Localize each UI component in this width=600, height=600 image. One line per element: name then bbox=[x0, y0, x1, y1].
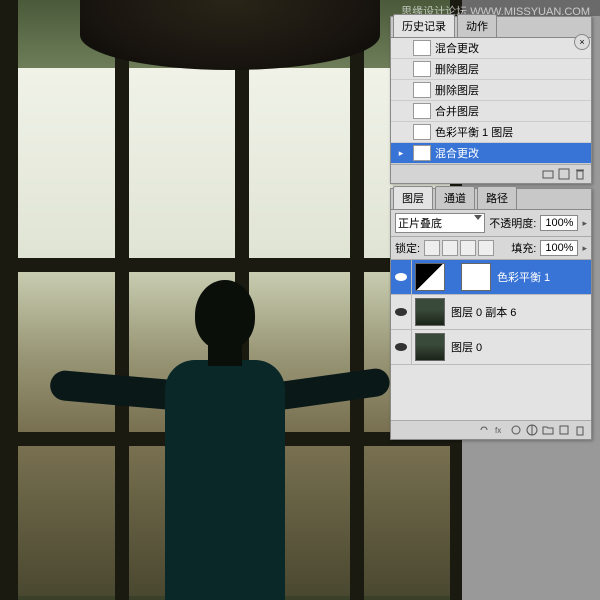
document-icon bbox=[413, 124, 431, 140]
visibility-toggle[interactable] bbox=[391, 330, 412, 364]
opacity-input[interactable]: 100% bbox=[540, 215, 578, 231]
snapshot-icon[interactable] bbox=[541, 167, 555, 181]
trash-icon[interactable] bbox=[573, 167, 587, 181]
blend-row: 正片叠底 不透明度: 100% ▸ bbox=[391, 210, 591, 237]
layer-row[interactable]: 图层 0 副本 6 bbox=[391, 295, 591, 330]
tab-layers[interactable]: 图层 bbox=[393, 186, 433, 209]
tab-actions[interactable]: 动作 bbox=[457, 14, 497, 37]
fx-icon[interactable]: fx bbox=[493, 423, 507, 437]
layer-thumb[interactable] bbox=[415, 333, 445, 361]
lock-label: 锁定: bbox=[395, 240, 420, 256]
lock-position-icon[interactable] bbox=[460, 240, 476, 256]
mask-thumb[interactable] bbox=[461, 263, 491, 291]
layers-tabbar: 图层 通道 路径 bbox=[391, 189, 591, 210]
lock-pixels-icon[interactable] bbox=[442, 240, 458, 256]
eye-icon bbox=[395, 308, 407, 316]
chevron-right-icon[interactable]: ▸ bbox=[582, 243, 587, 254]
layer-name: 色彩平衡 1 bbox=[497, 269, 550, 285]
document-icon bbox=[413, 40, 431, 56]
history-item[interactable]: 色彩平衡 1 图层 bbox=[391, 122, 591, 143]
new-icon[interactable] bbox=[557, 167, 571, 181]
tab-history[interactable]: 历史记录 bbox=[393, 14, 455, 37]
opacity-label: 不透明度: bbox=[489, 215, 536, 231]
document-icon bbox=[413, 82, 431, 98]
history-item[interactable]: 删除图层 bbox=[391, 59, 591, 80]
tab-paths[interactable]: 路径 bbox=[477, 186, 517, 209]
chevron-right-icon[interactable]: ▸ bbox=[582, 218, 587, 229]
link-layers-icon[interactable] bbox=[477, 423, 491, 437]
tab-channels[interactable]: 通道 bbox=[435, 186, 475, 209]
lock-transparency-icon[interactable] bbox=[424, 240, 440, 256]
layers-footer: fx bbox=[391, 420, 591, 439]
history-item[interactable]: 混合更改 bbox=[391, 38, 591, 59]
eye-icon bbox=[395, 343, 407, 351]
layer-name: 图层 0 bbox=[451, 339, 482, 355]
lock-row: 锁定: 填充: 100% ▸ bbox=[391, 237, 591, 260]
history-item[interactable]: 删除图层 bbox=[391, 80, 591, 101]
eye-icon bbox=[395, 273, 407, 281]
adjustment-icon[interactable] bbox=[525, 423, 539, 437]
visibility-toggle[interactable] bbox=[391, 295, 412, 329]
visibility-toggle[interactable] bbox=[391, 260, 412, 294]
layer-row[interactable]: 色彩平衡 1 bbox=[391, 260, 591, 295]
history-footer bbox=[391, 164, 591, 183]
history-tabbar: 历史记录 动作 bbox=[391, 17, 591, 38]
layer-thumb[interactable] bbox=[415, 298, 445, 326]
layer-name: 图层 0 副本 6 bbox=[451, 304, 516, 320]
new-layer-icon[interactable] bbox=[557, 423, 571, 437]
history-list: 混合更改 删除图层 删除图层 合并图层 色彩平衡 1 图层 ▸混合更改 bbox=[391, 38, 591, 164]
layers-panel: 图层 通道 路径 正片叠底 不透明度: 100% ▸ 锁定: 填充: 100% … bbox=[390, 188, 592, 440]
svg-text:fx: fx bbox=[495, 426, 501, 435]
document-icon bbox=[413, 103, 431, 119]
chevron-down-icon bbox=[474, 215, 482, 220]
document-icon bbox=[413, 145, 431, 161]
folder-icon[interactable] bbox=[541, 423, 555, 437]
layer-thumb[interactable] bbox=[415, 263, 445, 291]
history-panel: 历史记录 动作 混合更改 删除图层 删除图层 合并图层 色彩平衡 1 图层 ▸混… bbox=[390, 16, 592, 184]
lock-all-icon[interactable] bbox=[478, 240, 494, 256]
document-icon bbox=[413, 61, 431, 77]
panel-close-icon[interactable]: × bbox=[574, 34, 590, 50]
fill-label: 填充: bbox=[511, 240, 536, 256]
trash-icon[interactable] bbox=[573, 423, 587, 437]
history-item[interactable]: 合并图层 bbox=[391, 101, 591, 122]
history-item[interactable]: ▸混合更改 bbox=[391, 143, 591, 164]
mask-icon[interactable] bbox=[509, 423, 523, 437]
layer-row[interactable]: 图层 0 bbox=[391, 330, 591, 365]
fill-input[interactable]: 100% bbox=[540, 240, 578, 256]
blend-mode-select[interactable]: 正片叠底 bbox=[395, 213, 485, 233]
blend-mode-value: 正片叠底 bbox=[398, 215, 442, 231]
curtain bbox=[80, 0, 380, 70]
link-icon[interactable] bbox=[449, 270, 457, 284]
layers-list: 色彩平衡 1 图层 0 副本 6 图层 0 bbox=[391, 260, 591, 420]
